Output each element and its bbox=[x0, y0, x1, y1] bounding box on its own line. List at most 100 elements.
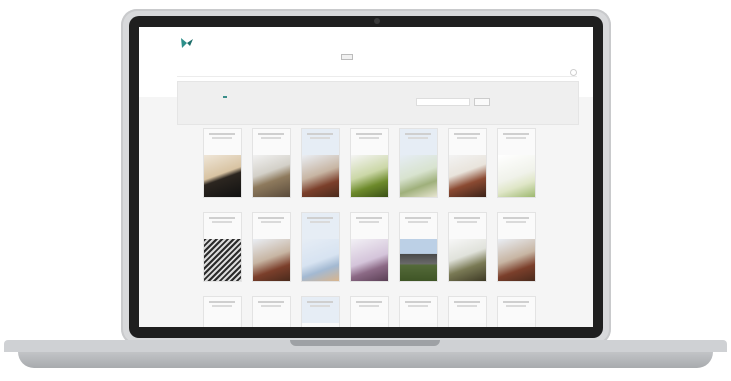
poster-title-line bbox=[258, 301, 284, 303]
poster-card[interactable] bbox=[203, 296, 242, 327]
poster-subtitle-line bbox=[457, 305, 477, 307]
nav-item-3[interactable] bbox=[305, 54, 317, 60]
poster-card[interactable] bbox=[497, 296, 536, 327]
filter-button-6[interactable] bbox=[223, 96, 227, 98]
breadcrumb-arrow-icon[interactable] bbox=[570, 69, 577, 76]
poster-subtitle-line bbox=[408, 221, 428, 223]
filter-button-3[interactable] bbox=[199, 96, 203, 98]
camera-icon bbox=[374, 18, 380, 24]
poster-photo bbox=[204, 323, 241, 327]
main-nav bbox=[269, 54, 389, 60]
poster-photo bbox=[302, 239, 339, 281]
nav-item-1[interactable] bbox=[269, 54, 281, 60]
poster-title-line bbox=[405, 217, 431, 219]
poster-photo bbox=[498, 155, 535, 197]
poster-subtitle-line bbox=[359, 221, 379, 223]
nav-item-5[interactable] bbox=[341, 54, 353, 60]
poster-subtitle-line bbox=[506, 221, 526, 223]
browser-screen bbox=[139, 27, 593, 327]
filter-button-5[interactable] bbox=[215, 96, 219, 98]
poster-card[interactable] bbox=[399, 296, 438, 327]
laptop-hinge bbox=[290, 340, 440, 346]
poster-card[interactable] bbox=[448, 296, 487, 327]
poster-subtitle-line bbox=[212, 137, 232, 139]
poster-card[interactable] bbox=[350, 296, 389, 327]
poster-photo bbox=[253, 155, 290, 197]
poster-subtitle-line bbox=[506, 137, 526, 139]
breadcrumb bbox=[177, 69, 577, 77]
laptop-base-bottom bbox=[18, 352, 713, 368]
filter-button-1[interactable] bbox=[183, 96, 187, 98]
poster-subtitle-line bbox=[506, 305, 526, 307]
poster-subtitle-line bbox=[310, 137, 330, 139]
poster-subtitle-line bbox=[408, 137, 428, 139]
search-button[interactable] bbox=[474, 98, 490, 106]
poster-photo bbox=[204, 239, 241, 281]
filter-button-2[interactable] bbox=[191, 96, 195, 98]
poster-photo bbox=[253, 323, 290, 327]
poster-card[interactable] bbox=[252, 212, 291, 282]
poster-subtitle-line bbox=[457, 137, 477, 139]
poster-subtitle-line bbox=[212, 221, 232, 223]
search-input[interactable] bbox=[416, 98, 470, 106]
poster-photo bbox=[400, 155, 437, 197]
poster-title-line bbox=[258, 133, 284, 135]
poster-card[interactable] bbox=[399, 128, 438, 198]
filter-panel bbox=[177, 81, 579, 125]
poster-card[interactable] bbox=[497, 212, 536, 282]
poster-photo bbox=[498, 323, 535, 327]
poster-title-line bbox=[503, 133, 529, 135]
poster-grid bbox=[203, 128, 543, 327]
nav-item-6[interactable] bbox=[359, 54, 371, 60]
poster-card[interactable] bbox=[350, 128, 389, 198]
poster-photo bbox=[449, 239, 486, 281]
poster-card[interactable] bbox=[301, 212, 340, 282]
poster-card[interactable] bbox=[203, 212, 242, 282]
nav-item-7[interactable] bbox=[377, 54, 389, 60]
poster-photo bbox=[351, 239, 388, 281]
filter-buttons bbox=[183, 96, 227, 98]
poster-title-line bbox=[356, 133, 382, 135]
poster-card[interactable] bbox=[399, 212, 438, 282]
poster-title-line bbox=[454, 217, 480, 219]
poster-card[interactable] bbox=[203, 128, 242, 198]
nav-item-4[interactable] bbox=[323, 54, 335, 60]
poster-subtitle-line bbox=[408, 305, 428, 307]
poster-title-line bbox=[209, 217, 235, 219]
poster-photo bbox=[400, 323, 437, 327]
bird-logo-icon[interactable] bbox=[179, 35, 195, 51]
poster-subtitle-line bbox=[261, 305, 281, 307]
filter-button-4[interactable] bbox=[207, 96, 211, 98]
poster-card[interactable] bbox=[252, 128, 291, 198]
poster-photo bbox=[449, 323, 486, 327]
poster-title-line bbox=[356, 301, 382, 303]
poster-card[interactable] bbox=[448, 128, 487, 198]
poster-title-line bbox=[503, 217, 529, 219]
poster-card[interactable] bbox=[497, 128, 536, 198]
poster-title-line bbox=[405, 133, 431, 135]
poster-subtitle-line bbox=[457, 221, 477, 223]
poster-photo bbox=[449, 155, 486, 197]
poster-subtitle-line bbox=[261, 137, 281, 139]
poster-photo bbox=[351, 323, 388, 327]
poster-subtitle-line bbox=[212, 305, 232, 307]
poster-card[interactable] bbox=[350, 212, 389, 282]
poster-subtitle-line bbox=[359, 305, 379, 307]
poster-card[interactable] bbox=[448, 212, 487, 282]
poster-subtitle-line bbox=[310, 221, 330, 223]
poster-card[interactable] bbox=[252, 296, 291, 327]
poster-card[interactable] bbox=[301, 128, 340, 198]
poster-photo bbox=[302, 155, 339, 197]
poster-card[interactable] bbox=[301, 296, 340, 327]
poster-photo bbox=[253, 239, 290, 281]
poster-title-line bbox=[307, 301, 333, 303]
poster-title-line bbox=[209, 133, 235, 135]
poster-photo bbox=[498, 239, 535, 281]
nav-item-2[interactable] bbox=[287, 54, 299, 60]
poster-subtitle-line bbox=[261, 221, 281, 223]
poster-title-line bbox=[258, 217, 284, 219]
poster-subtitle-line bbox=[359, 137, 379, 139]
poster-photo bbox=[400, 239, 437, 281]
poster-title-line bbox=[454, 133, 480, 135]
poster-title-line bbox=[209, 301, 235, 303]
